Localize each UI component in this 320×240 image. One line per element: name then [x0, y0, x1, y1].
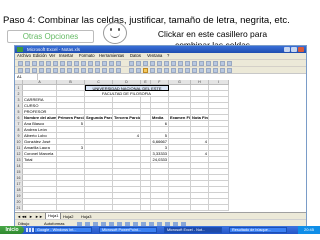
table-cell[interactable] — [57, 205, 85, 211]
table-cell[interactable] — [169, 205, 191, 211]
start-button[interactable]: Inicio — [0, 226, 24, 234]
spreadsheet-grid: A B C D E F G H I 1 UNIVERSIDAD NACIONAL DEL ESTE 2… — [15, 80, 306, 212]
step-title: Paso 4: Combinar las celdas, justificar,… — [3, 15, 290, 26]
smiley-icon — [103, 22, 127, 44]
excel-titlebar: Microsoft Excel - Notas.xls — [15, 46, 306, 53]
excel-window: Microsoft Excel - Notas.xls Archivo Edici… — [14, 45, 307, 228]
quicklaunch-icon[interactable] — [26, 228, 28, 232]
otras-opciones-button[interactable]: Otras Opciones — [7, 30, 94, 43]
table-cell[interactable] — [151, 205, 169, 211]
table-cell[interactable] — [23, 205, 57, 211]
taskbar-task[interactable]: Microsoft PowerPoint... — [99, 227, 157, 233]
clock: 20:45 — [298, 226, 320, 234]
close-button[interactable] — [298, 47, 304, 52]
table-cell[interactable] — [85, 205, 113, 211]
table-cell[interactable] — [191, 205, 209, 211]
row-header[interactable]: 21 — [15, 205, 23, 211]
quicklaunch-icon[interactable] — [32, 228, 34, 232]
table-cell[interactable] — [209, 205, 229, 211]
taskbar-task[interactable]: Resultado de búsque... — [229, 227, 287, 233]
taskbar: Inicio 20:45 Google - Windows Int... Micr… — [0, 226, 320, 234]
excel-app-icon — [17, 47, 23, 52]
window-title: Microsoft Excel - Notas.xls — [27, 47, 81, 52]
taskbar-task[interactable]: Google - Windows Int... — [34, 227, 92, 233]
maximize-button[interactable] — [291, 47, 297, 52]
table-cell[interactable] — [113, 205, 141, 211]
taskbar-task[interactable]: Microsoft Excel - Not... — [164, 227, 222, 233]
quicklaunch-icon[interactable] — [29, 228, 31, 232]
minimize-button[interactable] — [284, 47, 290, 52]
table-cell[interactable] — [141, 205, 151, 211]
